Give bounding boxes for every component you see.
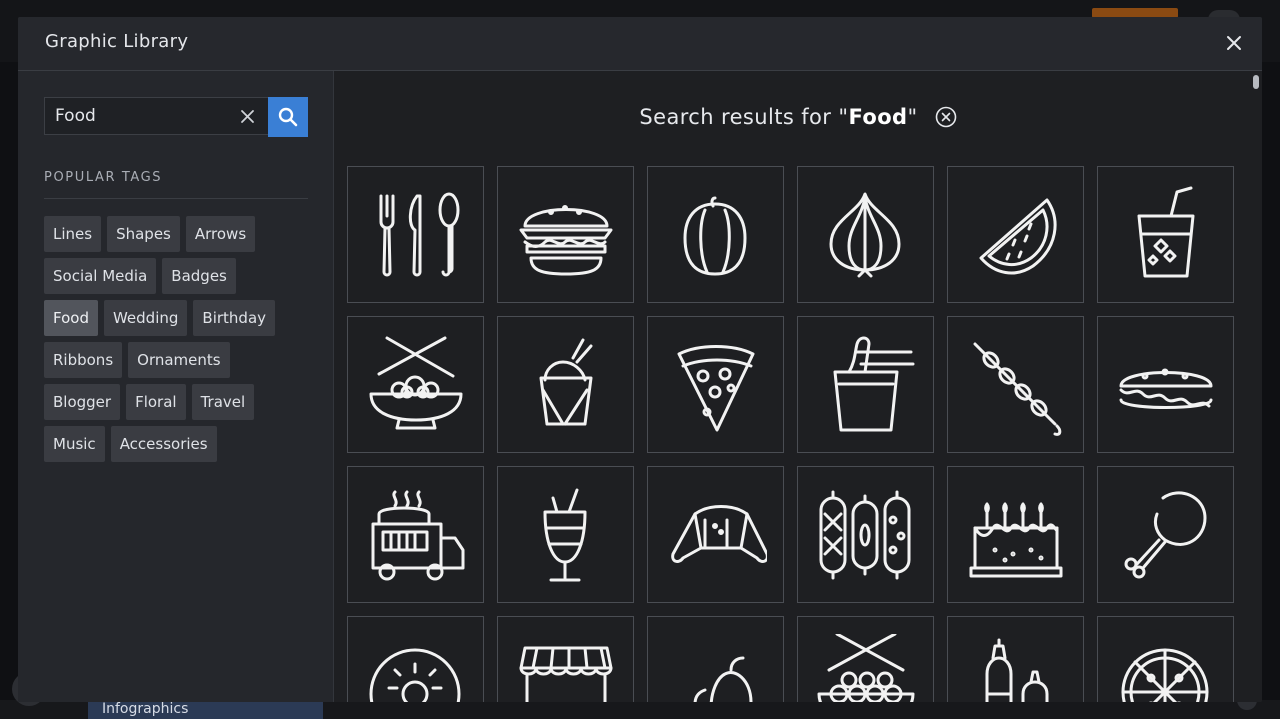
noodle-cup-icon	[833, 336, 915, 432]
graphic-tile[interactable]	[1097, 466, 1234, 603]
scrollbar[interactable]	[1253, 75, 1259, 89]
tag-birthday[interactable]: Birthday	[193, 300, 276, 336]
graphic-tile[interactable]	[947, 466, 1084, 603]
tag-row: Food Wedding Birthday	[44, 300, 314, 336]
popular-tags-heading: POPULAR TAGS	[44, 170, 163, 185]
noodle-bowl-icon	[369, 336, 463, 430]
condiment-bottles-icon	[985, 638, 1049, 702]
donut-icon	[369, 648, 461, 702]
search-box	[44, 97, 268, 135]
takeout-box-icon	[539, 338, 593, 426]
tag-ribbons[interactable]: Ribbons	[44, 342, 123, 378]
graphic-tile[interactable]	[497, 616, 634, 702]
tag-travel[interactable]: Travel	[191, 384, 255, 420]
parfait-glass-icon	[543, 488, 587, 582]
fruits-icon	[693, 656, 753, 702]
results-prefix: Search results for "	[639, 105, 849, 129]
graphic-tile[interactable]	[797, 616, 934, 702]
food-truck-icon	[371, 490, 465, 581]
dialog-header: Graphic Library	[18, 17, 1262, 71]
graphic-tile[interactable]	[647, 166, 784, 303]
croissant-icon	[671, 505, 767, 563]
graphic-tile[interactable]	[1097, 316, 1234, 453]
tag-row: Lines Shapes Arrows	[44, 216, 314, 252]
cutlery-icon	[379, 192, 460, 277]
graphic-tile[interactable]	[1097, 616, 1234, 702]
tag-food[interactable]: Food	[44, 300, 98, 336]
sub-sandwich-icon	[1119, 368, 1213, 409]
results-panel: Search results for "Food"	[334, 71, 1262, 702]
clear-icon	[241, 110, 254, 123]
results-suffix: "	[907, 105, 918, 129]
sidebar: POPULAR TAGS LinesShapesArrows Social Med…	[18, 71, 334, 702]
clear-search-button[interactable]	[240, 109, 255, 124]
birthday-cake-icon	[969, 502, 1063, 578]
watermelon-slice-icon	[979, 198, 1057, 275]
tag-row: Music Accessories	[44, 426, 314, 462]
graphic-library-dialog: Graphic Library POPULAR TAGS LinesShapes…	[18, 17, 1262, 702]
pizza-icon	[1121, 648, 1209, 702]
graphic-tile[interactable]	[347, 616, 484, 702]
tag-wedding[interactable]: Wedding	[103, 300, 188, 336]
graphic-tile[interactable]	[1097, 166, 1234, 303]
results-heading: Search results for "Food"	[334, 105, 1262, 129]
graphic-tile[interactable]	[947, 316, 1084, 453]
graphic-tile[interactable]	[497, 166, 634, 303]
tag-social-media[interactable]: Social Media	[44, 258, 157, 294]
tag-shapes[interactable]: Shapes	[107, 216, 180, 252]
graphic-tile[interactable]	[347, 166, 484, 303]
tag-floral[interactable]: Floral	[126, 384, 186, 420]
app-panel-label: Infographics	[102, 701, 189, 717]
pizza-slice-icon	[677, 345, 755, 432]
search-icon	[278, 107, 298, 127]
iced-drink-icon	[1137, 186, 1195, 278]
results-term: Food	[848, 105, 908, 129]
graphic-tile[interactable]	[347, 316, 484, 453]
sausages-icon	[819, 490, 911, 580]
close-icon	[1227, 36, 1241, 50]
burger-icon	[519, 205, 613, 276]
graphic-tile[interactable]	[497, 316, 634, 453]
graphic-tile[interactable]	[647, 316, 784, 453]
chicken-leg-icon	[1124, 491, 1207, 579]
close-button[interactable]	[1224, 33, 1244, 53]
circle-close-icon	[935, 106, 956, 128]
bell-pepper-icon	[683, 196, 747, 276]
tag-row: Social Media Badges	[44, 258, 314, 294]
tag-accessories[interactable]: Accessories	[110, 426, 217, 462]
dialog-title: Graphic Library	[45, 31, 189, 52]
clear-results-button[interactable]	[935, 106, 957, 128]
tag-music[interactable]: Music	[44, 426, 105, 462]
divider	[44, 198, 308, 199]
graphic-tile[interactable]	[797, 466, 934, 603]
tag-ornaments[interactable]: Ornaments	[128, 342, 230, 378]
sushi-icon	[817, 634, 915, 702]
search-button[interactable]	[268, 97, 308, 137]
onion-icon	[829, 192, 901, 278]
tag-row: Ribbons Ornaments	[44, 342, 314, 378]
kebab-icon	[973, 342, 1062, 436]
graphic-tile[interactable]	[347, 466, 484, 603]
graphic-tile[interactable]	[947, 616, 1084, 702]
tag-lines[interactable]: Lines	[44, 216, 102, 252]
graphic-tile[interactable]	[647, 616, 784, 702]
popular-tags-list: Lines Shapes Arrows Social Media Badges Food W…	[44, 216, 314, 468]
tag-arrows[interactable]: Arrows	[185, 216, 256, 252]
graphic-tile[interactable]	[497, 466, 634, 603]
market-stall-icon	[519, 646, 613, 702]
graphic-tile[interactable]	[647, 466, 784, 603]
graphic-tile[interactable]	[947, 166, 1084, 303]
graphic-tile[interactable]	[797, 166, 934, 303]
tag-blogger[interactable]: Blogger	[44, 384, 121, 420]
tag-badges[interactable]: Badges	[162, 258, 236, 294]
tag-row: Blogger Floral Travel	[44, 384, 314, 420]
graphic-tile[interactable]	[797, 316, 934, 453]
search-input[interactable]	[45, 98, 235, 134]
